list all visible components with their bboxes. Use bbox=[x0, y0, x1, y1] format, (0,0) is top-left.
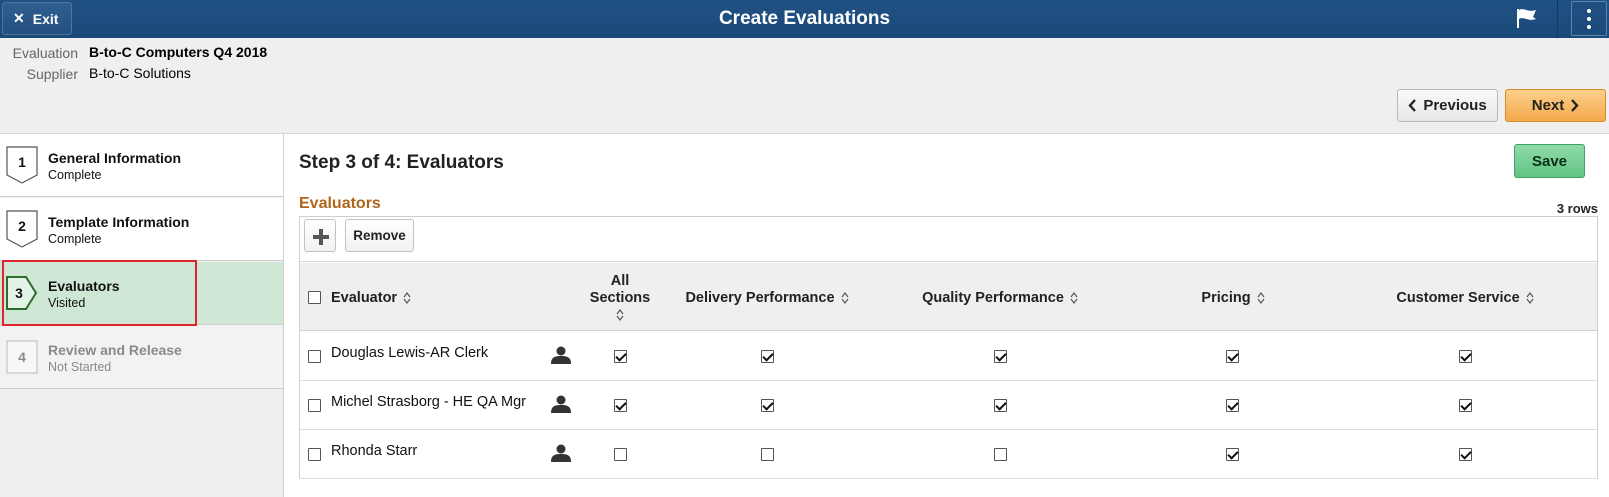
step-title: Template Information bbox=[48, 214, 190, 230]
step-number-badge: 4 bbox=[6, 340, 38, 374]
quality-performance-checkbox[interactable] bbox=[994, 448, 1007, 461]
step-heading: Step 3 of 4: Evaluators bbox=[299, 152, 504, 173]
sort-icon bbox=[403, 292, 411, 305]
column-evaluator[interactable]: Evaluator bbox=[331, 290, 411, 306]
table-row: Michel Strasborg - HE QA Mgr bbox=[300, 381, 1597, 430]
plus-icon bbox=[313, 229, 329, 245]
save-button[interactable]: Save bbox=[1514, 144, 1585, 178]
exit-button[interactable]: ✕ Exit bbox=[2, 2, 72, 35]
step-general-information[interactable]: 1 General Information Complete bbox=[0, 134, 283, 197]
select-all-checkbox[interactable] bbox=[308, 291, 321, 304]
step-status: Complete bbox=[48, 168, 102, 182]
column-delivery-label: Delivery Performance bbox=[685, 290, 835, 306]
supplier-label: Supplier bbox=[26, 66, 78, 82]
table-row: Rhonda Starr bbox=[300, 430, 1597, 479]
close-icon: ✕ bbox=[13, 10, 25, 26]
person-icon[interactable] bbox=[550, 395, 572, 413]
column-customer-label: Customer Service bbox=[1396, 290, 1520, 306]
person-icon[interactable] bbox=[550, 346, 572, 364]
column-all-sections-label: All bbox=[610, 273, 630, 289]
sort-icon bbox=[841, 292, 849, 305]
sort-icon bbox=[616, 309, 624, 322]
exit-label: Exit bbox=[32, 10, 59, 27]
step-status: Not Started bbox=[48, 360, 112, 374]
page-title: Create Evaluations bbox=[718, 8, 891, 29]
row-select-checkbox[interactable] bbox=[308, 448, 321, 461]
step-number-badge: 2 bbox=[6, 210, 38, 248]
step-number-badge: 1 bbox=[6, 146, 38, 184]
all-sections-checkbox[interactable] bbox=[614, 448, 627, 461]
column-pricing-label: Pricing bbox=[1201, 290, 1251, 306]
quality-performance-checkbox[interactable] bbox=[994, 350, 1007, 363]
step-template-information[interactable]: 2 Template Information Complete bbox=[0, 198, 283, 261]
sort-icon bbox=[1526, 292, 1534, 305]
pricing-checkbox[interactable] bbox=[1226, 350, 1239, 363]
grid-toolbar: Remove bbox=[300, 217, 1597, 262]
row-select-checkbox[interactable] bbox=[308, 350, 321, 363]
delivery-performance-checkbox[interactable] bbox=[761, 350, 774, 363]
quality-performance-checkbox[interactable] bbox=[994, 399, 1007, 412]
svg-text:1: 1 bbox=[18, 154, 26, 170]
column-customer-service[interactable]: Customer Service bbox=[1365, 290, 1565, 306]
evaluator-name: Rhonda Starr bbox=[331, 443, 418, 459]
column-quality-performance[interactable]: Quality Performance bbox=[900, 290, 1100, 306]
evaluator-name: Michel Strasborg - HE QA Mgr bbox=[331, 394, 526, 410]
person-icon[interactable] bbox=[550, 444, 572, 462]
all-sections-checkbox[interactable] bbox=[614, 399, 627, 412]
column-quality-label: Quality Performance bbox=[922, 290, 1064, 306]
chevron-left-icon bbox=[1408, 99, 1417, 112]
customer-service-checkbox[interactable] bbox=[1459, 448, 1472, 461]
flag-icon[interactable] bbox=[1515, 7, 1539, 29]
supplier-value: B-to-C Solutions bbox=[89, 65, 191, 81]
column-all-sections[interactable]: All Sections bbox=[580, 273, 660, 324]
chevron-right-icon bbox=[1571, 99, 1579, 112]
column-pricing[interactable]: Pricing bbox=[1133, 290, 1333, 306]
step-title: General Information bbox=[48, 150, 182, 166]
divider bbox=[1557, 0, 1558, 38]
step-status: Complete bbox=[48, 232, 102, 246]
current-step-highlight bbox=[2, 260, 197, 326]
delivery-performance-checkbox[interactable] bbox=[761, 399, 774, 412]
column-delivery-performance[interactable]: Delivery Performance bbox=[667, 290, 867, 306]
sort-icon bbox=[1070, 292, 1078, 305]
pricing-checkbox[interactable] bbox=[1226, 448, 1239, 461]
delivery-performance-checkbox[interactable] bbox=[761, 448, 774, 461]
svg-text:4: 4 bbox=[18, 349, 26, 365]
row-count: 3 rows bbox=[1556, 201, 1598, 216]
remove-button[interactable]: Remove bbox=[345, 219, 414, 252]
table-row: Douglas Lewis-AR Clerk bbox=[300, 332, 1597, 381]
customer-service-checkbox[interactable] bbox=[1459, 399, 1472, 412]
evaluation-value: B-to-C Computers Q4 2018 bbox=[89, 44, 268, 60]
next-button[interactable]: Next bbox=[1505, 89, 1606, 122]
evaluation-label: Evaluation bbox=[12, 45, 78, 61]
step-title: Review and Release bbox=[48, 342, 182, 358]
svg-text:2: 2 bbox=[18, 218, 26, 234]
pricing-checkbox[interactable] bbox=[1226, 399, 1239, 412]
previous-button[interactable]: Previous bbox=[1397, 89, 1498, 122]
evaluation-info: Evaluation B-to-C Computers Q4 2018 Supp… bbox=[0, 38, 1609, 134]
actions-menu-icon[interactable] bbox=[1571, 1, 1607, 36]
row-select-checkbox[interactable] bbox=[308, 399, 321, 412]
evaluator-name: Douglas Lewis-AR Clerk bbox=[331, 345, 489, 361]
next-label: Next bbox=[1531, 97, 1565, 114]
customer-service-checkbox[interactable] bbox=[1459, 350, 1472, 363]
grid-header: Evaluator All Sections Delivery Performa… bbox=[300, 263, 1597, 331]
previous-label: Previous bbox=[1423, 97, 1487, 114]
title-bar: Create Evaluations ✕ Exit bbox=[0, 0, 1609, 38]
sort-icon bbox=[1257, 292, 1265, 305]
evaluators-grid: Remove Evaluator All Sections Delivery P… bbox=[299, 216, 1598, 479]
step-review-and-release[interactable]: 4 Review and Release Not Started bbox=[0, 326, 283, 389]
column-all-sections-label: Sections bbox=[589, 290, 651, 306]
evaluators-section-title: Evaluators bbox=[299, 195, 381, 212]
column-evaluator-label: Evaluator bbox=[331, 290, 398, 306]
add-row-button[interactable] bbox=[304, 219, 336, 252]
all-sections-checkbox[interactable] bbox=[614, 350, 627, 363]
